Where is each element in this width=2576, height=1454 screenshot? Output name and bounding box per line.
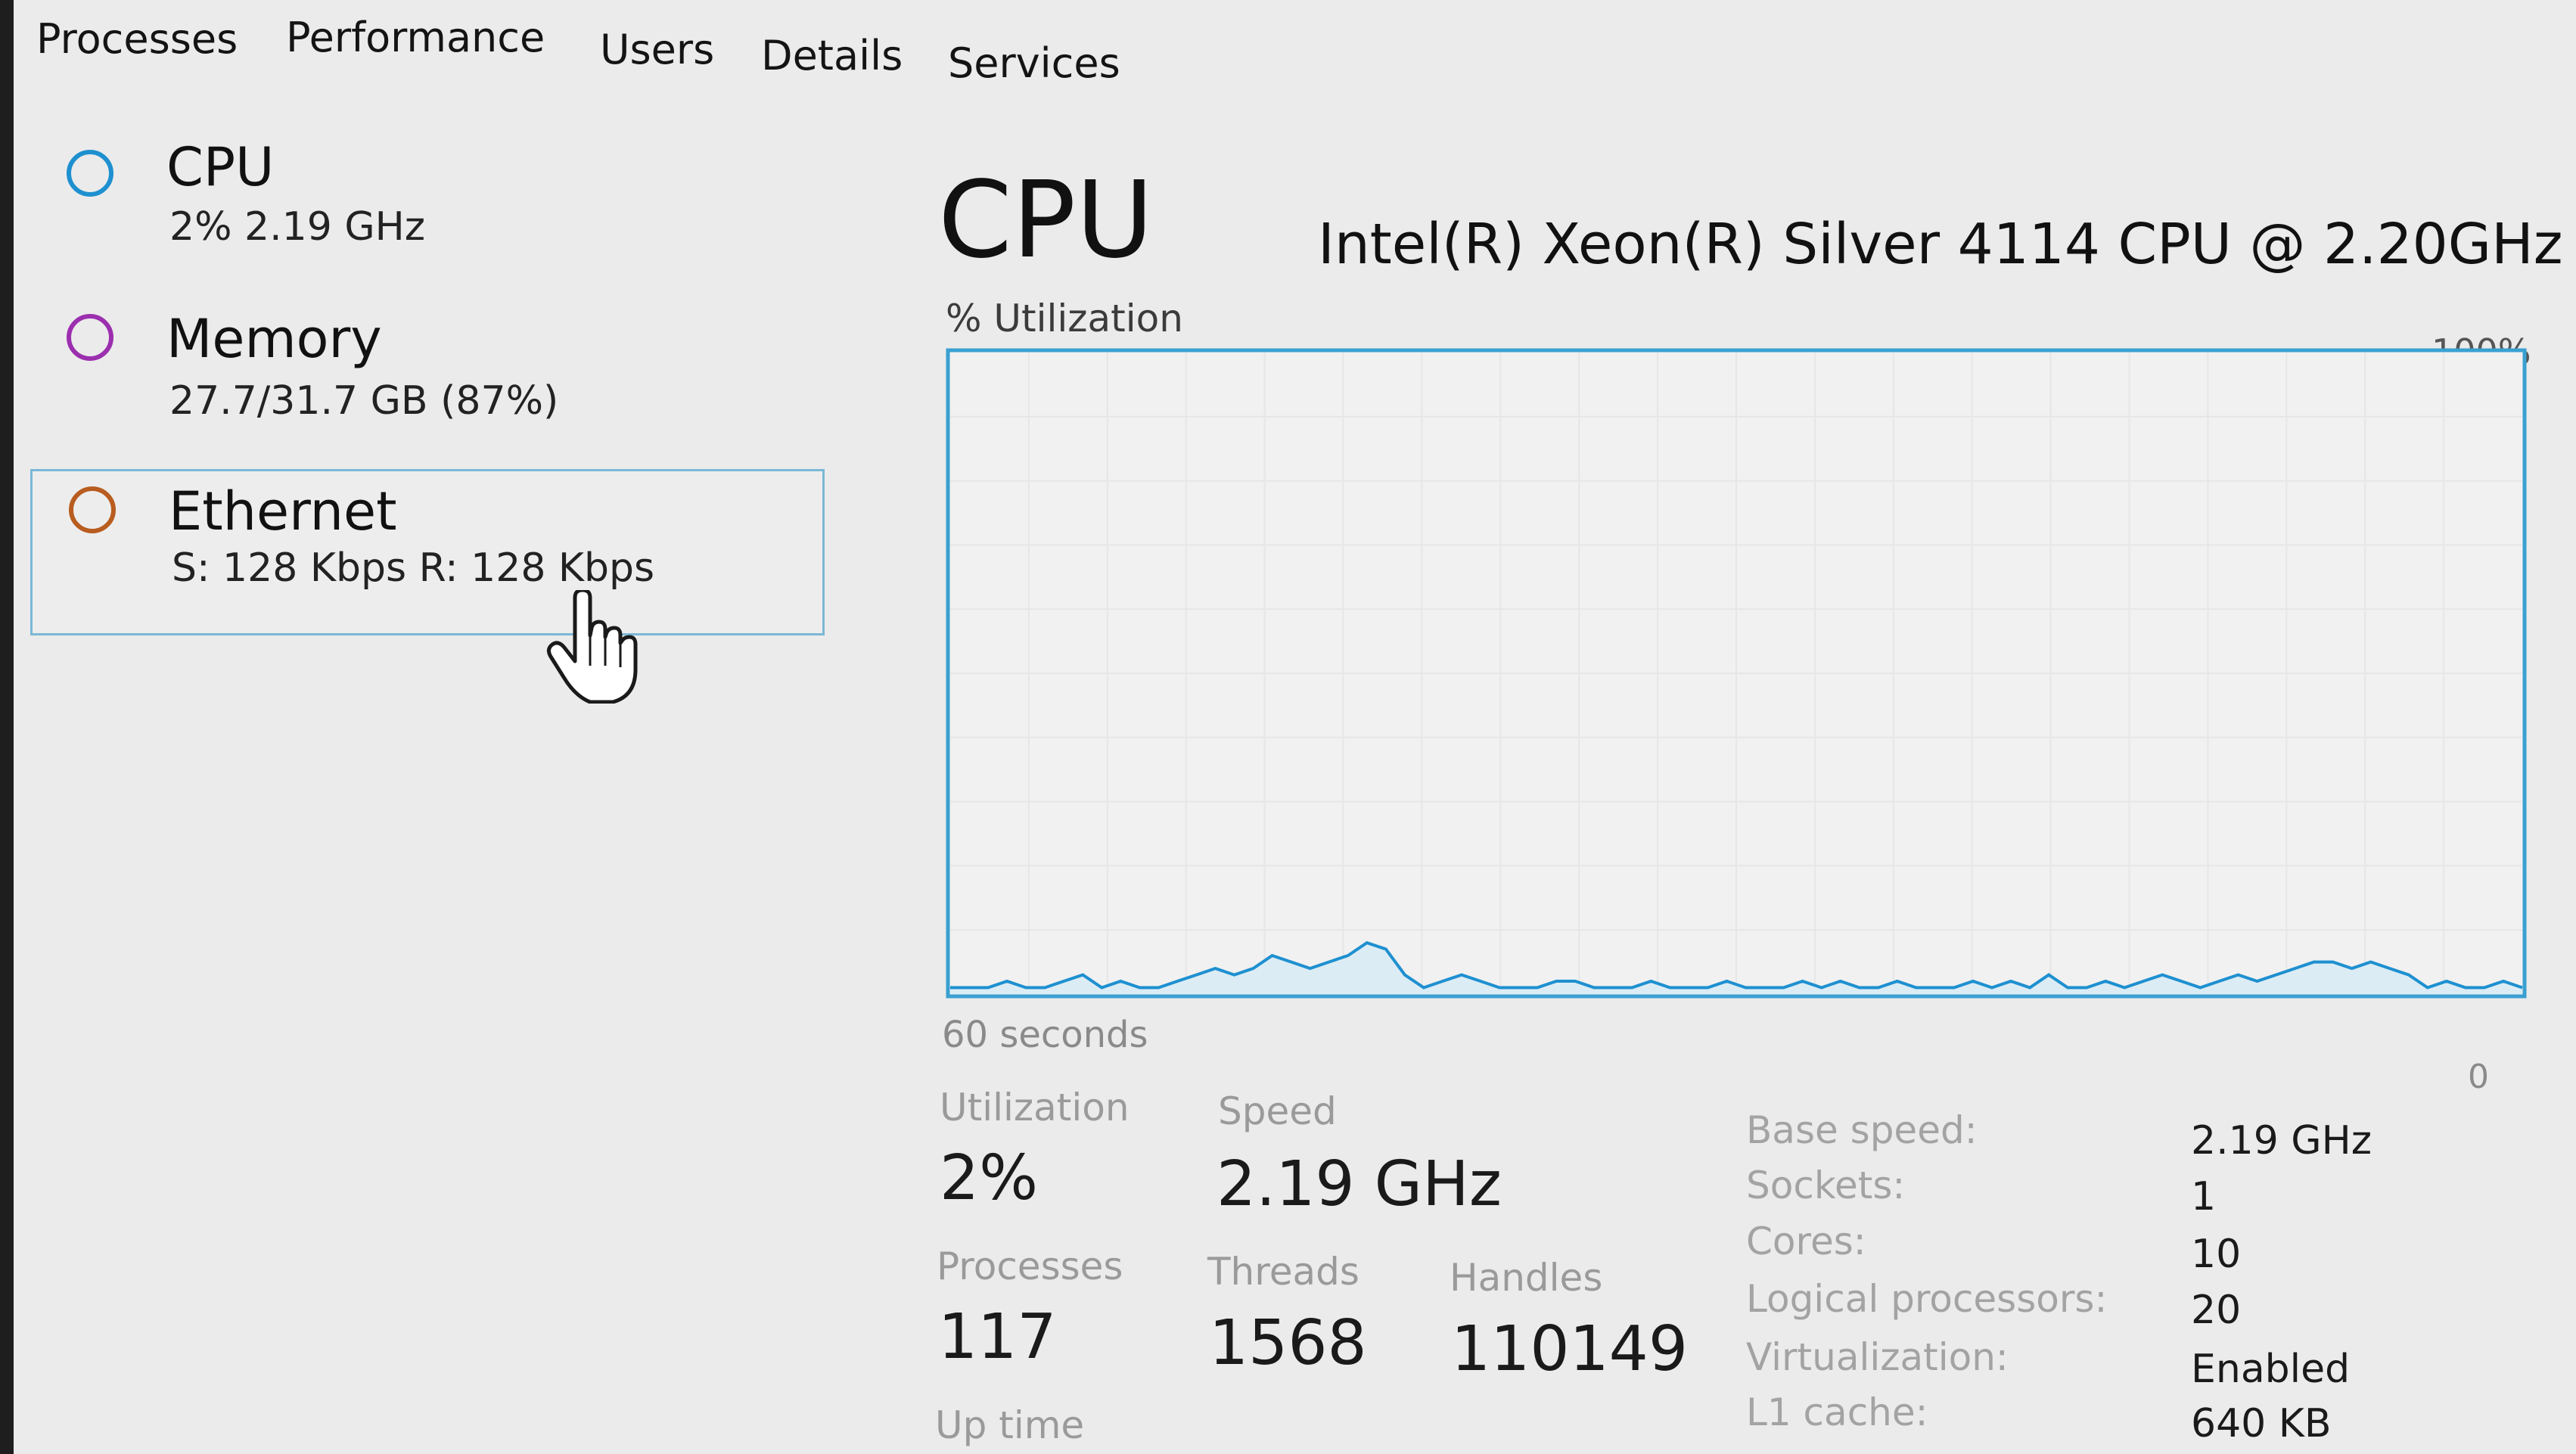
graph-time-label: 60 seconds xyxy=(942,1014,1148,1056)
graph-y-label: % Utilization xyxy=(946,297,1183,340)
sidebar-item-label: CPU xyxy=(166,136,275,198)
screen-bezel xyxy=(0,0,14,1454)
threads-value: 1568 xyxy=(1209,1307,1367,1379)
tab-performance[interactable]: Performance xyxy=(286,14,545,61)
spec-label-virtualization: Virtualization: xyxy=(1746,1335,2009,1379)
sidebar-item-detail: S: 128 Kbps R: 128 Kbps xyxy=(172,545,655,591)
tab-users[interactable]: Users xyxy=(600,26,714,73)
sidebar-item-cpu[interactable]: CPU 2% 2.19 GHz xyxy=(30,129,825,295)
sidebar-item-label: Memory xyxy=(166,308,382,370)
page-title: CPU xyxy=(938,159,1154,282)
utilization-label: Utilization xyxy=(940,1086,1130,1129)
hand-pointer-cursor-icon xyxy=(546,590,638,704)
spec-value-l1-cache: 640 KB xyxy=(2191,1401,2332,1446)
uptime-label: Up time xyxy=(935,1403,1085,1447)
spec-value-sockets: 1 xyxy=(2191,1174,2217,1219)
cpu-utilization-graph xyxy=(946,348,2527,999)
sidebar-item-ethernet[interactable]: Ethernet S: 128 Kbps R: 128 Kbps xyxy=(30,469,825,635)
spec-label-base-speed: Base speed: xyxy=(1746,1108,1978,1152)
handles-value: 110149 xyxy=(1451,1313,1689,1385)
spec-label-logical-processors: Logical processors: xyxy=(1746,1277,2108,1321)
sidebar-item-label: Ethernet xyxy=(169,480,397,542)
spec-label-l1-cache: L1 cache: xyxy=(1746,1390,1928,1434)
sidebar-item-detail: 27.7/31.7 GB (87%) xyxy=(169,378,559,424)
spec-label-cores: Cores: xyxy=(1746,1219,1866,1263)
processes-value: 117 xyxy=(938,1301,1057,1373)
ethernet-graph-icon xyxy=(69,486,116,533)
spec-value-cores: 10 xyxy=(2191,1232,2242,1277)
spec-value-base-speed: 2.19 GHz xyxy=(2191,1118,2372,1164)
cpu-graph-icon xyxy=(67,150,113,197)
handles-label: Handles xyxy=(1450,1256,1603,1300)
spec-label-sockets: Sockets: xyxy=(1746,1164,1906,1207)
speed-value: 2.19 GHz xyxy=(1217,1148,1502,1220)
spec-value-logical-processors: 20 xyxy=(2191,1288,2242,1333)
sidebar-item-memory[interactable]: Memory 27.7/31.7 GB (87%) xyxy=(30,299,825,465)
tab-services[interactable]: Services xyxy=(948,39,1120,87)
tab-processes[interactable]: Processes xyxy=(36,15,238,63)
tab-details[interactable]: Details xyxy=(761,32,903,79)
memory-graph-icon xyxy=(67,314,113,361)
cpu-model-name: Intel(R) Xeon(R) Silver 4114 CPU @ 2.20G… xyxy=(1318,212,2563,277)
graph-min-label: 0 xyxy=(2468,1058,2489,1096)
utilization-value: 2% xyxy=(940,1142,1039,1214)
spec-value-virtualization: Enabled xyxy=(2191,1347,2351,1392)
processes-label: Processes xyxy=(937,1244,1123,1288)
speed-label: Speed xyxy=(1218,1089,1337,1133)
threads-label: Threads xyxy=(1207,1250,1359,1294)
sidebar-item-detail: 2% 2.19 GHz xyxy=(169,204,426,250)
